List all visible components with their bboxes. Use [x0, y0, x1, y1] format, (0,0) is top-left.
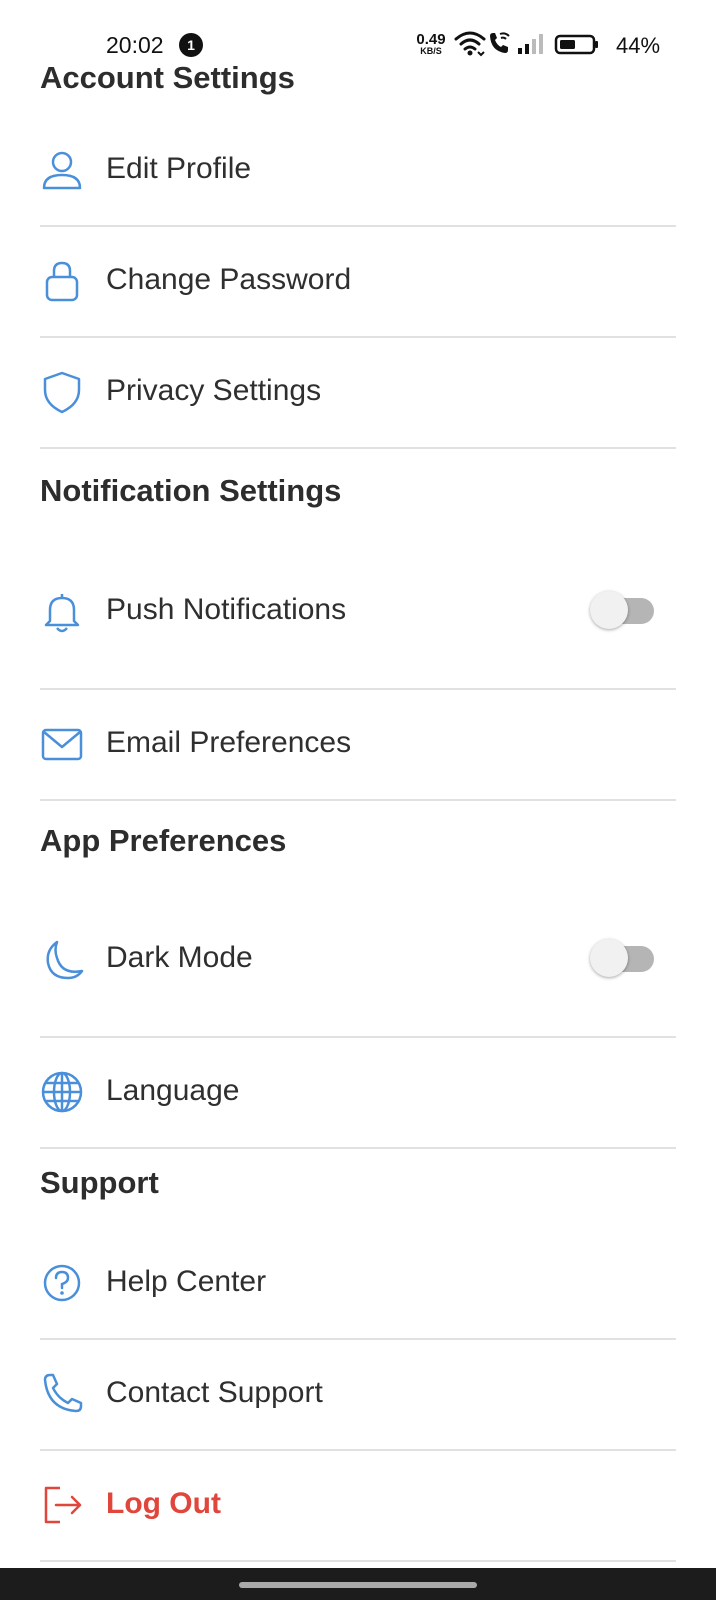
log-out-item[interactable]: Log Out	[40, 1451, 676, 1562]
privacy-settings-item[interactable]: Privacy Settings	[40, 338, 676, 449]
help-center-label: Help Center	[106, 1265, 267, 1298]
privacy-settings-label: Privacy Settings	[106, 374, 322, 407]
wifi-call-icon	[490, 32, 510, 53]
push-notifications-item[interactable]: Push Notifications	[40, 535, 676, 690]
mail-icon	[40, 722, 84, 766]
section-title-app: App Preferences	[40, 823, 287, 858]
edit-profile-label: Edit Profile	[106, 152, 252, 185]
phone-icon	[40, 1372, 84, 1416]
toggle-knob	[590, 939, 628, 977]
help-circle-icon	[40, 1261, 84, 1305]
user-icon	[40, 148, 84, 192]
edit-profile-item[interactable]: Edit Profile	[40, 116, 676, 227]
globe-icon	[40, 1070, 84, 1114]
shield-icon	[40, 370, 84, 414]
toggle-knob	[590, 591, 628, 629]
contact-support-label: Contact Support	[106, 1376, 323, 1409]
language-label: Language	[106, 1074, 240, 1107]
section-title-support: Support	[40, 1165, 159, 1200]
signal-icon	[518, 34, 543, 54]
network-speed: 0.49 KB/S	[414, 32, 448, 56]
change-password-item[interactable]: Change Password	[40, 227, 676, 338]
log-out-label: Log Out	[106, 1487, 221, 1520]
dark-mode-label: Dark Mode	[106, 941, 253, 974]
status-time: 20:02	[106, 32, 164, 58]
moon-icon	[40, 938, 84, 982]
change-password-label: Change Password	[106, 263, 352, 296]
home-gesture-bar[interactable]	[239, 1582, 477, 1588]
push-notifications-toggle[interactable]	[590, 590, 654, 630]
logout-icon	[40, 1483, 84, 1527]
system-navigation-bar	[0, 1568, 716, 1600]
language-item[interactable]: Language	[40, 1038, 676, 1149]
contact-support-item[interactable]: Contact Support	[40, 1340, 676, 1451]
wifi-icon	[454, 31, 486, 57]
bell-icon	[40, 590, 84, 634]
battery-icon	[554, 34, 598, 55]
push-notifications-label: Push Notifications	[106, 593, 347, 626]
battery-percent: 44%	[616, 33, 661, 58]
lock-icon	[40, 259, 84, 303]
email-preferences-item[interactable]: Email Preferences	[40, 690, 676, 801]
section-title-notifications: Notification Settings	[40, 473, 342, 508]
network-speed-unit: KB/S	[420, 46, 442, 56]
email-preferences-label: Email Preferences	[106, 726, 352, 759]
help-center-item[interactable]: Help Center	[40, 1229, 676, 1340]
dark-mode-toggle[interactable]	[590, 938, 654, 978]
notification-count-badge: 1	[179, 33, 203, 57]
network-speed-value: 0.49	[416, 31, 446, 48]
dark-mode-item[interactable]: Dark Mode	[40, 883, 676, 1038]
section-title-account: Account Settings	[40, 60, 295, 95]
